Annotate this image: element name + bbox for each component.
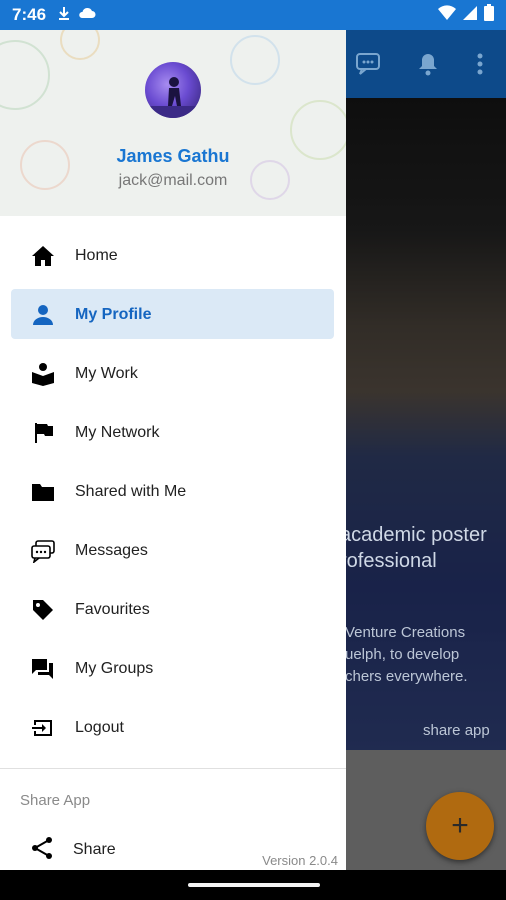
- tag-icon: [30, 597, 56, 623]
- home-icon: [30, 243, 56, 269]
- menu-item-logout[interactable]: Logout: [0, 698, 346, 757]
- menu-label: Logout: [75, 718, 124, 736]
- flag-icon: [30, 420, 56, 446]
- share-app-section-label: Share App: [20, 792, 91, 809]
- chat-icon[interactable]: [354, 50, 382, 78]
- version-label: Version 2.0.4: [262, 853, 338, 868]
- menu-item-shared-with-me[interactable]: Shared with Me: [0, 462, 346, 521]
- avatar[interactable]: [145, 62, 201, 118]
- hero-headline-2: rofessional: [340, 550, 437, 572]
- menu-label: Share: [73, 841, 116, 858]
- menu-label: Home: [75, 246, 118, 264]
- menu-item-home[interactable]: Home: [0, 226, 346, 285]
- overflow-menu-icon[interactable]: [466, 50, 494, 78]
- cloud-icon: [78, 6, 96, 24]
- navigation-drawer: James Gathu jack@mail.com Home My Profil…: [0, 30, 346, 870]
- drawer-menu: Home My Profile My Work My Network Share…: [0, 226, 346, 757]
- menu-label: My Groups: [75, 659, 154, 677]
- hero-body-2: uelph, to develop: [345, 646, 460, 663]
- menu-item-my-network[interactable]: My Network: [0, 403, 346, 462]
- menu-label: Messages: [75, 541, 148, 559]
- hero-body-3: chers everywhere.: [345, 668, 468, 685]
- hero-headline-1: academic poster: [340, 524, 487, 546]
- status-bar: 7:46: [0, 0, 506, 30]
- person-icon: [30, 302, 56, 328]
- book-person-icon: [30, 361, 56, 387]
- menu-label: Favourites: [75, 600, 150, 618]
- chat-bubbles-icon: [30, 538, 56, 564]
- drawer-header: James Gathu jack@mail.com: [0, 30, 346, 216]
- forum-icon: [30, 656, 56, 682]
- home-gesture-handle[interactable]: [188, 883, 320, 887]
- hero-body-1: Venture Creations: [345, 624, 466, 641]
- user-email: jack@mail.com: [118, 172, 228, 189]
- menu-item-my-profile[interactable]: My Profile: [0, 285, 346, 344]
- battery-icon: [484, 4, 494, 26]
- menu-item-favourites[interactable]: Favourites: [0, 580, 346, 639]
- user-name: James Gathu: [116, 146, 230, 166]
- share-app-link[interactable]: share app: [423, 722, 490, 739]
- drawer-divider: [0, 768, 346, 769]
- add-fab-button[interactable]: +: [426, 792, 494, 860]
- menu-label: My Profile: [75, 305, 152, 323]
- logout-icon: [30, 715, 56, 741]
- menu-label: My Network: [75, 423, 160, 441]
- share-icon: [30, 836, 54, 865]
- menu-label: My Work: [75, 364, 138, 382]
- download-icon: [58, 6, 70, 25]
- status-time: 7:46: [12, 5, 47, 24]
- wifi-icon: [438, 4, 456, 26]
- folder-icon: [30, 479, 56, 505]
- menu-item-my-groups[interactable]: My Groups: [0, 639, 346, 698]
- menu-item-my-work[interactable]: My Work: [0, 344, 346, 403]
- menu-item-messages[interactable]: Messages: [0, 521, 346, 580]
- system-navigation-bar: [0, 870, 506, 900]
- menu-label: Shared with Me: [75, 482, 187, 500]
- bell-icon[interactable]: [414, 50, 442, 78]
- signal-icon: [462, 5, 478, 26]
